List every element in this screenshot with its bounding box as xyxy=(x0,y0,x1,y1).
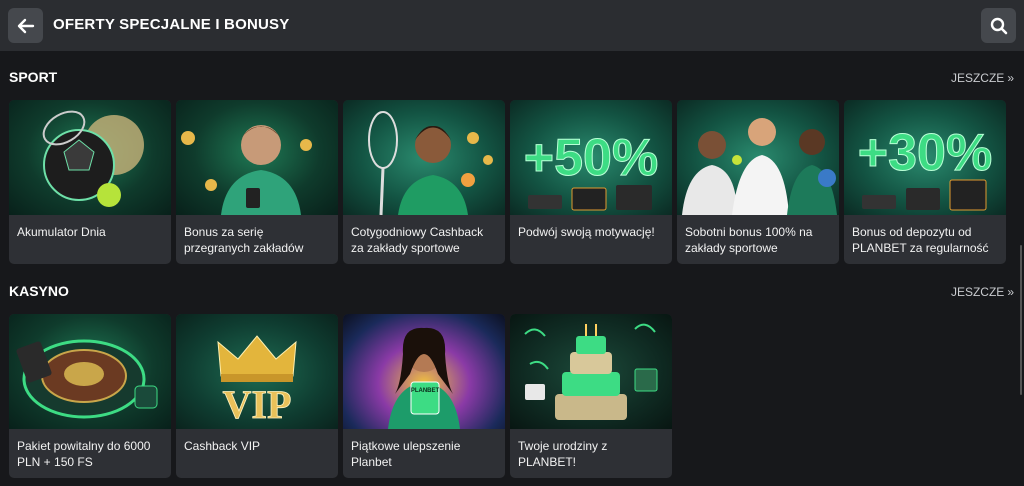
more-link-label: JESZCZE xyxy=(950,285,1005,299)
promo-card-friday-upgrade[interactable]: PLANBET Piątkowe ulepszenie Planbet xyxy=(343,314,505,478)
top-bar: OFERTY SPECJALNE I BONUSY xyxy=(0,0,1024,51)
sport-cards-row: Akumulator Dnia Bonus za serię przegrany… xyxy=(9,100,1006,264)
section-title-casino: KASYNO xyxy=(9,283,69,299)
page-title: OFERTY SPECJALNE I BONUSY xyxy=(53,16,290,33)
search-button[interactable] xyxy=(981,8,1016,43)
promo-image: +50% xyxy=(510,100,672,215)
promo-label: Akumulator Dnia xyxy=(17,225,106,239)
promo-image xyxy=(510,314,672,429)
more-link-label: JESZCZE xyxy=(950,71,1005,85)
promo-label: Podwój swoją motywację! xyxy=(518,225,655,239)
section-title-sport: SPORT xyxy=(9,69,58,85)
promo-label: Bonus za serię przegranych zakładów xyxy=(184,225,304,255)
promo-card-cashback-vip[interactable]: VIP Cashback VIP xyxy=(176,314,338,478)
percent-boost-icon: +50% xyxy=(523,129,659,211)
promo-card-welcome-pack[interactable]: Pakiet powitalny do 6000 PLN + 150 FS xyxy=(9,314,171,478)
birthday-cake-icon xyxy=(524,323,658,420)
tennis-player-icon xyxy=(368,111,493,215)
double-chevron-right-icon: » xyxy=(1007,71,1014,85)
casino-cards-row: Pakiet powitalny do 6000 PLN + 150 FS VI… xyxy=(9,314,672,478)
sport-balls-icon xyxy=(42,110,144,207)
crown-icon: VIP xyxy=(217,335,297,427)
promo-card-accumulator[interactable]: Akumulator Dnia xyxy=(9,100,171,264)
promo-card-deposit-bonus[interactable]: +30% Bonus od depozytu od PLANBET za reg… xyxy=(844,100,1006,264)
promo-label: Bonus od depozytu od PLANBET za regularn… xyxy=(852,225,989,255)
casino-more-link[interactable]: JESZCZE » xyxy=(951,285,1014,299)
athletes-icon xyxy=(682,118,837,215)
badge-text: +30% xyxy=(858,124,992,182)
promo-image xyxy=(176,100,338,215)
scrollbar[interactable] xyxy=(1020,245,1022,395)
woman-with-card-icon: PLANBET xyxy=(388,327,460,429)
promo-label: Pakiet powitalny do 6000 PLN + 150 FS xyxy=(17,439,151,469)
promo-image xyxy=(9,100,171,215)
promo-card-losing-streak[interactable]: Bonus za serię przegranych zakładów xyxy=(176,100,338,264)
promo-label: Cotygodniowy Cashback za zakłady sportow… xyxy=(351,225,484,255)
promo-image: +30% xyxy=(844,100,1006,215)
sport-more-link[interactable]: JESZCZE » xyxy=(951,71,1014,85)
back-button[interactable] xyxy=(8,8,43,43)
promo-label: Twoje urodziny z PLANBET! xyxy=(518,439,608,469)
roulette-icon xyxy=(16,339,158,419)
percent-boost-icon: +30% xyxy=(857,124,993,211)
promo-card-double-motivation[interactable]: +50% Podwój swoją motywację! xyxy=(510,100,672,264)
promo-image xyxy=(343,100,505,215)
search-icon xyxy=(990,17,1007,34)
arrow-left-icon xyxy=(17,18,34,33)
promo-image xyxy=(677,100,839,215)
promo-card-weekly-cashback[interactable]: Cotygodniowy Cashback za zakłady sportow… xyxy=(343,100,505,264)
promo-image xyxy=(9,314,171,429)
double-chevron-right-icon: » xyxy=(1007,285,1014,299)
promo-image: VIP xyxy=(176,314,338,429)
promo-label: Sobotni bonus 100% na zakłady sportowe xyxy=(685,225,813,255)
man-with-phone-icon xyxy=(181,125,312,215)
badge-text: PLANBET xyxy=(411,388,440,394)
promo-image: PLANBET xyxy=(343,314,505,429)
badge-text: +50% xyxy=(524,129,658,187)
badge-text: VIP xyxy=(223,382,292,427)
promo-card-saturday-bonus[interactable]: Sobotni bonus 100% na zakłady sportowe xyxy=(677,100,839,264)
promo-card-birthday[interactable]: Twoje urodziny z PLANBET! xyxy=(510,314,672,478)
promo-label: Cashback VIP xyxy=(184,439,261,453)
promo-label: Piątkowe ulepszenie Planbet xyxy=(351,439,461,469)
